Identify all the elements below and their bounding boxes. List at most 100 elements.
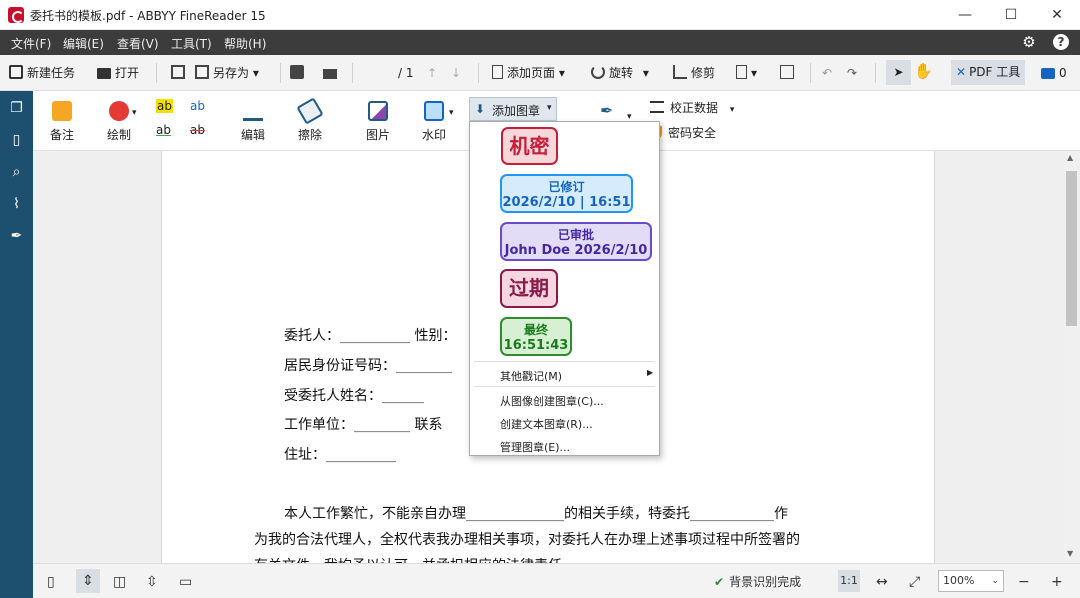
- fit-page-icon[interactable]: ⤢: [909, 573, 920, 591]
- watermark-icon: [424, 101, 444, 121]
- stamp-expired[interactable]: 过期: [500, 269, 558, 308]
- new-task-button[interactable]: 新建任务: [9, 63, 75, 83]
- menu-other-stamps[interactable]: 其他戳记(M): [500, 368, 562, 384]
- crop-label: 修剪: [691, 66, 716, 80]
- scroll-up-icon[interactable]: ▲: [1067, 153, 1073, 162]
- verify-data-label: 校正数据: [670, 101, 719, 115]
- scroll-down-icon[interactable]: ▼: [1067, 549, 1073, 558]
- minimize-button[interactable]: —: [942, 0, 988, 30]
- prev-page-arrow-icon[interactable]: ↑: [427, 63, 437, 83]
- screenshot-button[interactable]: [780, 63, 798, 83]
- draw-icon: [109, 101, 129, 121]
- email-button[interactable]: [323, 63, 341, 83]
- document-line: 受委托人姓名：______: [284, 388, 424, 404]
- save-button[interactable]: [171, 63, 189, 83]
- crop-button[interactable]: 修剪: [673, 63, 715, 83]
- signature-icon[interactable]: ✒: [8, 228, 25, 245]
- two-page-view-icon[interactable]: ◫: [113, 573, 126, 591]
- help-icon[interactable]: ?: [1053, 34, 1069, 50]
- single-page-view-icon[interactable]: ▯: [47, 573, 55, 591]
- undo-icon[interactable]: ↶: [822, 63, 832, 83]
- vertical-scrollbar[interactable]: ▲ ▼: [1063, 151, 1080, 563]
- add-page-button[interactable]: 添加页面 ▾: [492, 63, 565, 83]
- stamp-dropdown-menu: 机密 已修订 2026/2/10 | 16:51 已审批 John Doe 20…: [469, 121, 660, 456]
- fit-height-icon[interactable]: ⇳: [146, 573, 158, 591]
- stamp-final[interactable]: 最终 16:51:43: [500, 317, 572, 356]
- pages-icon[interactable]: ❐: [8, 100, 25, 117]
- redo-icon[interactable]: ↷: [847, 63, 857, 83]
- save-as-button[interactable]: 另存为 ▾: [195, 63, 259, 83]
- replace-ab-icon[interactable]: ab: [190, 99, 205, 113]
- open-button[interactable]: 打开: [97, 63, 139, 83]
- zoom-page-button[interactable]: ▾: [736, 63, 757, 83]
- menu-manage-stamps[interactable]: 管理图章(E)...: [500, 439, 570, 455]
- zoom-in-icon[interactable]: +: [1051, 573, 1063, 591]
- stamp-approved[interactable]: 已审批 John Doe 2026/2/10: [500, 222, 652, 261]
- add-page-icon: [492, 65, 503, 79]
- note-button[interactable]: 备注: [48, 101, 76, 143]
- comment-icon: [1041, 68, 1055, 79]
- verify-data-button[interactable]: 校正数据 ▾: [650, 99, 734, 116]
- select-cursor-icon[interactable]: ➤: [886, 60, 911, 85]
- menu-create-text-stamp[interactable]: 创建文本图章(R)...: [500, 416, 593, 432]
- crop-icon: [673, 65, 687, 79]
- ocr-status: ✔ 背景识别完成: [714, 573, 801, 591]
- add-stamp-button[interactable]: ⬇ 添加图章 ▾: [469, 97, 557, 121]
- print-button[interactable]: [290, 63, 308, 83]
- comments-button[interactable]: 0: [1041, 63, 1067, 83]
- highlight-ab-icon[interactable]: ab: [156, 99, 173, 113]
- draw-dropdown-icon[interactable]: ▾: [132, 108, 137, 118]
- menu-tools[interactable]: 工具(T): [171, 35, 212, 52]
- underline-ab-icon[interactable]: ab: [156, 123, 171, 137]
- menu-help[interactable]: 帮助(H): [224, 35, 266, 52]
- comments-count: 0: [1059, 66, 1067, 80]
- abbyy-logo-icon: [8, 7, 24, 23]
- stamp-final-time: 16:51:43: [503, 338, 569, 353]
- menu-file[interactable]: 文件(F): [11, 35, 51, 52]
- next-page-arrow-icon[interactable]: ↓: [451, 63, 461, 83]
- erase-label: 擦除: [297, 128, 322, 142]
- password-security-button[interactable]: 密码安全: [654, 124, 716, 141]
- menu-create-from-image[interactable]: 从图像创建图章(C)...: [500, 393, 604, 409]
- bookmark-icon[interactable]: ▯: [8, 132, 25, 149]
- hand-tool-icon[interactable]: ✋: [914, 61, 933, 81]
- image-button[interactable]: 图片: [364, 101, 392, 143]
- new-task-label: 新建任务: [27, 66, 76, 80]
- strikethrough-ab-icon[interactable]: ab: [190, 123, 205, 137]
- fit-width-icon[interactable]: ↔: [876, 573, 888, 591]
- scrollbar-thumb[interactable]: [1066, 171, 1077, 326]
- add-page-label: 添加页面: [507, 66, 556, 80]
- close-button[interactable]: ✕: [1034, 0, 1080, 30]
- stamp-confidential[interactable]: 机密: [501, 127, 558, 165]
- stamp-revised[interactable]: 已修订 2026/2/10 | 16:51: [500, 174, 633, 213]
- search-icon[interactable]: ⌕: [8, 164, 25, 181]
- watermark-button[interactable]: 水印: [420, 101, 448, 143]
- document-line: 工作单位：________ 联系: [284, 417, 443, 433]
- zoom-out-icon[interactable]: −: [1018, 573, 1030, 591]
- gear-icon[interactable]: ⚙: [1020, 33, 1038, 51]
- fullscreen-view-icon[interactable]: ▭: [179, 573, 192, 591]
- menu-view[interactable]: 查看(V): [117, 35, 159, 52]
- note-icon: [52, 101, 72, 121]
- document-line: 住址：__________: [284, 447, 396, 463]
- watermark-dropdown-icon[interactable]: ▾: [449, 108, 454, 118]
- stamp-revised-date: 2026/2/10 | 16:51: [502, 195, 631, 210]
- draw-button[interactable]: 绘制: [103, 101, 135, 143]
- signature-pen-icon[interactable]: ✒: [600, 101, 613, 120]
- pdf-tools-button[interactable]: ✕ PDF 工具: [951, 60, 1026, 85]
- document-line: 本人工作繁忙，不能亲自办理______________的相关手续，特委托____…: [284, 506, 788, 522]
- window-title: 委托书的模板.pdf - ABBYY FineReader 15: [30, 9, 266, 23]
- edit-label: 编辑: [240, 128, 265, 142]
- erase-button[interactable]: 擦除: [296, 97, 324, 143]
- page-search-icon: [736, 65, 747, 79]
- attachment-icon[interactable]: ⌇: [8, 196, 25, 213]
- continuous-view-icon[interactable]: ⇕: [76, 569, 100, 593]
- menu-edit[interactable]: 编辑(E): [63, 35, 104, 52]
- zoom-select[interactable]: 100% ⌄: [938, 570, 1004, 592]
- actual-size-button[interactable]: 1:1: [838, 570, 860, 592]
- rotate-button[interactable]: 旋转 ▾: [591, 63, 649, 83]
- main-toolbar: 新建任务 打开 另存为 ▾ / 1 ↑ ↓ 添加页面 ▾ 旋转 ▾ 修剪 ▾ ↶…: [0, 55, 1080, 140]
- maximize-button[interactable]: ☐: [988, 0, 1034, 30]
- stamp-confidential-text: 机密: [509, 134, 550, 158]
- edit-button[interactable]: 编辑: [239, 101, 267, 143]
